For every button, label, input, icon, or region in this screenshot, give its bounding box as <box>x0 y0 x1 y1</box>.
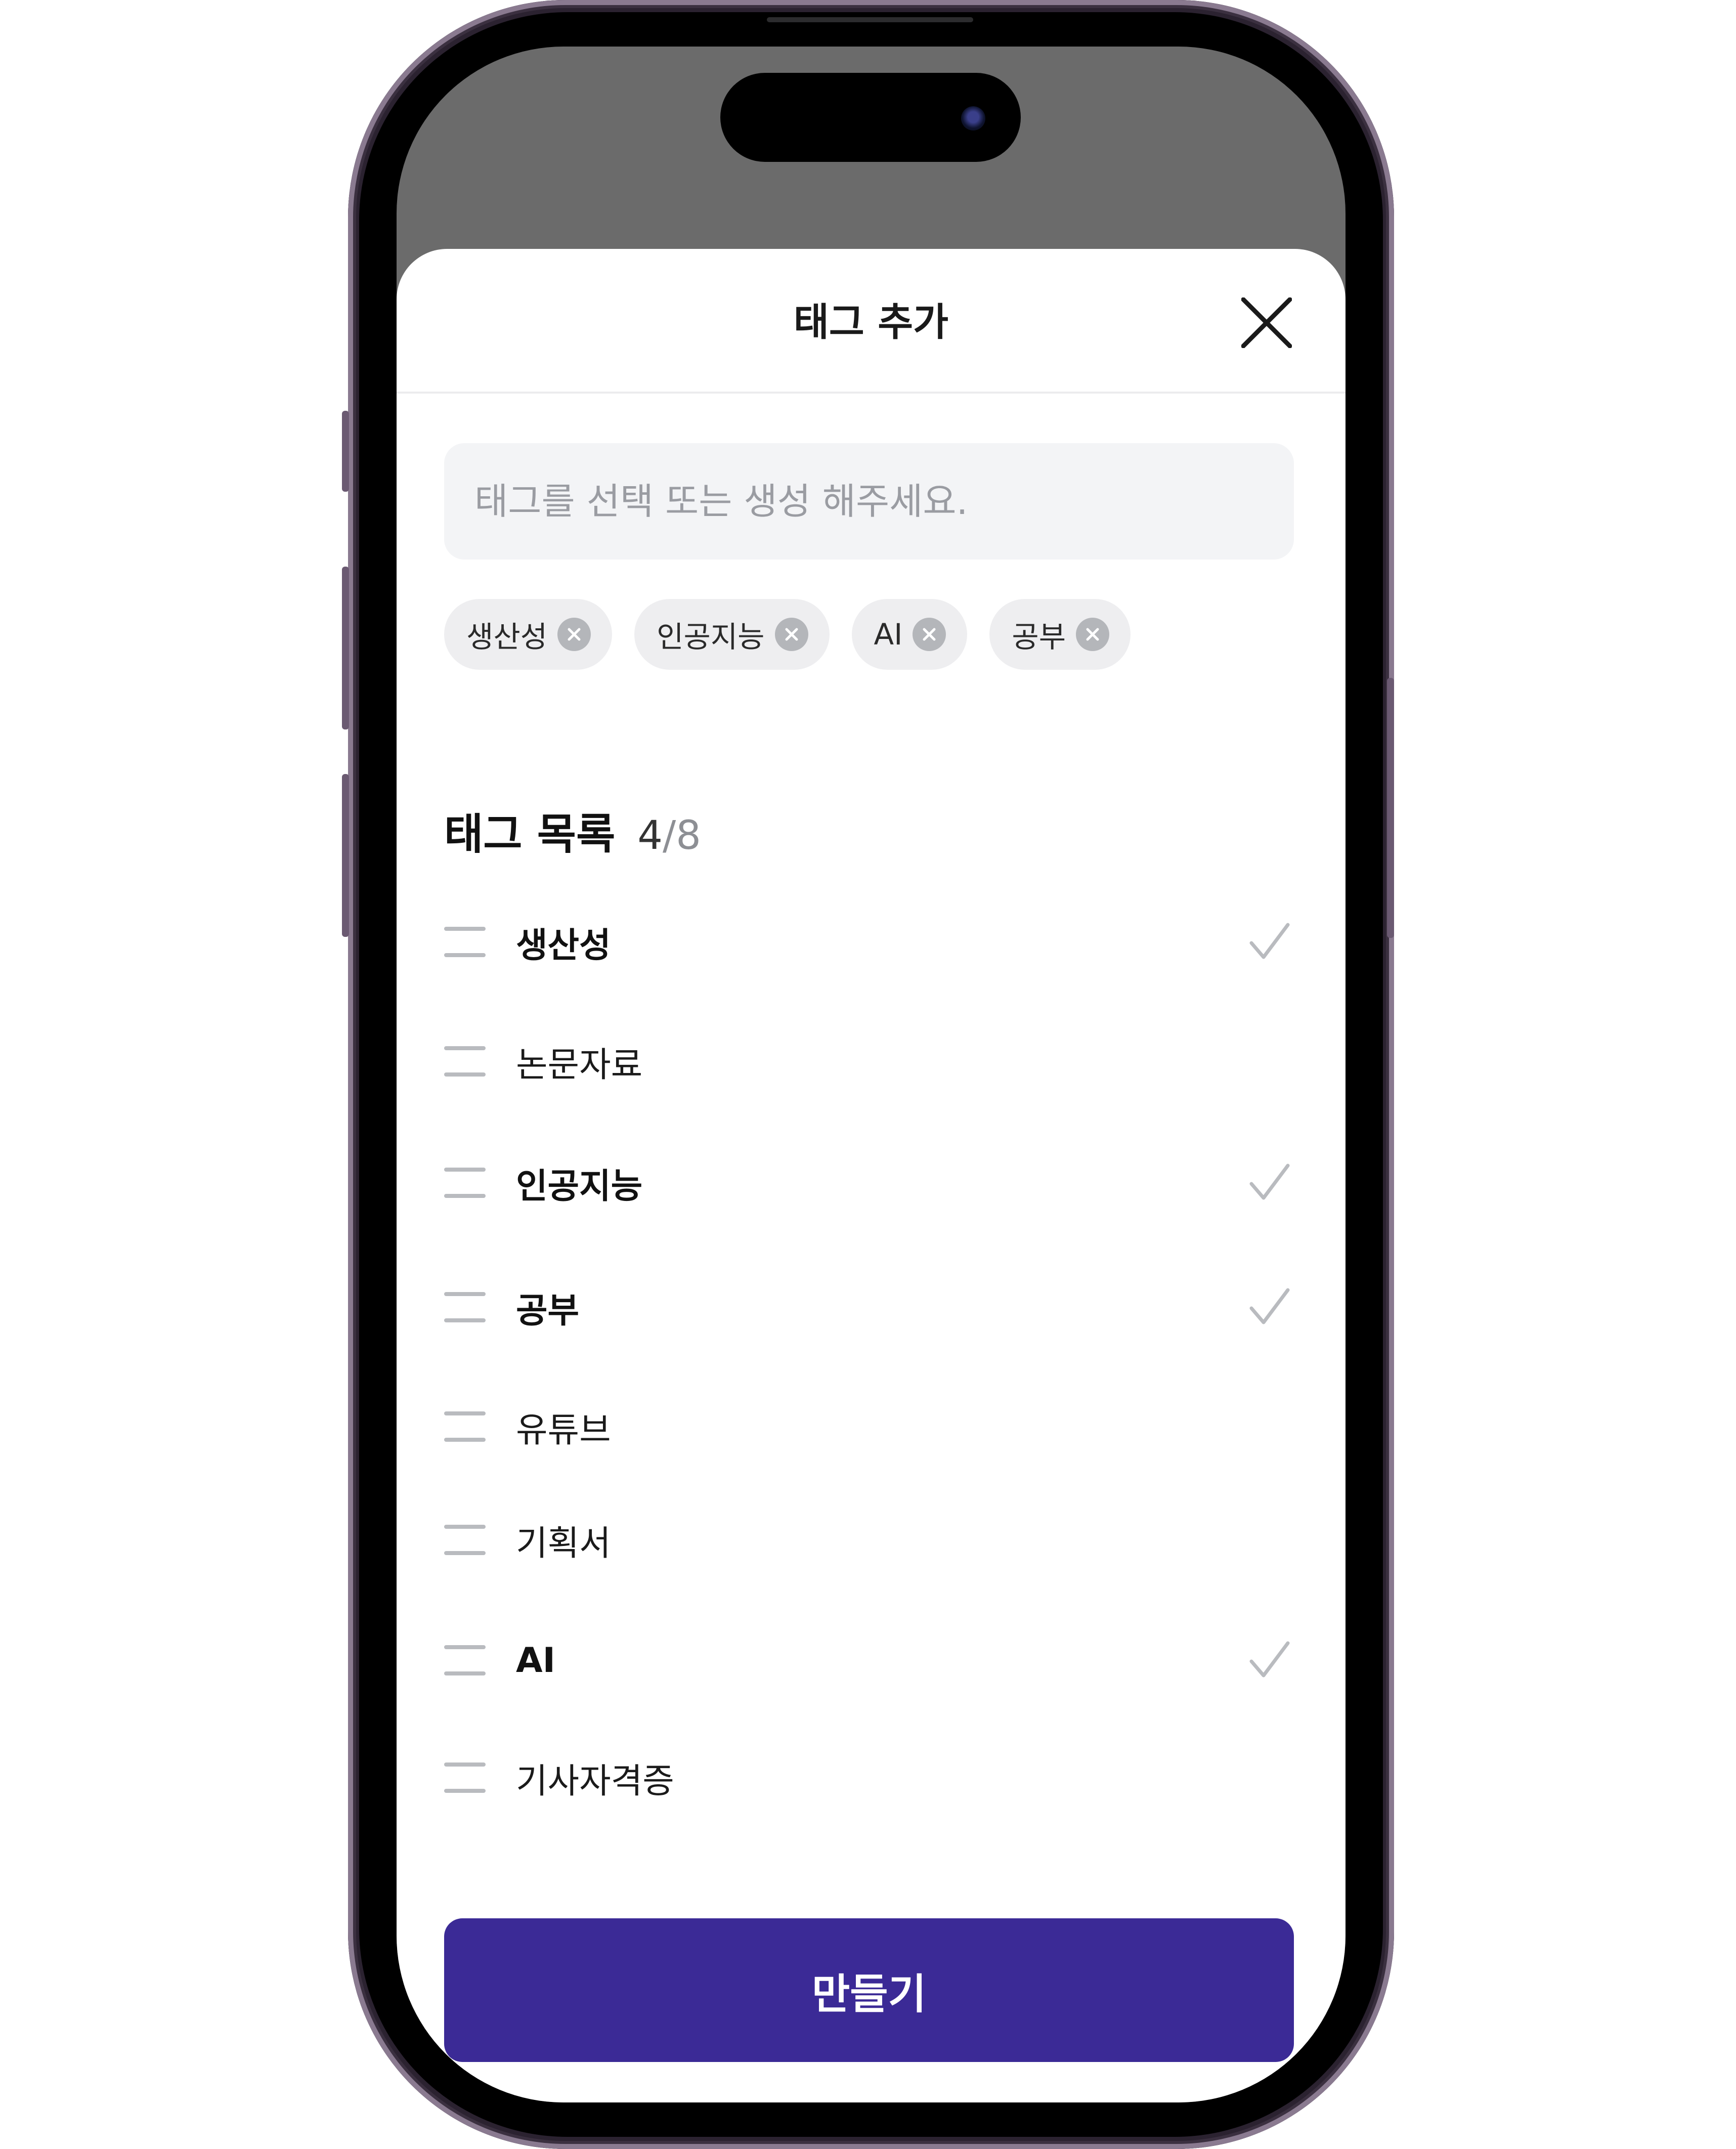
remove-tag-button[interactable] <box>1076 618 1110 651</box>
drag-handle-icon[interactable] <box>444 1046 486 1077</box>
checkmark-icon <box>1249 923 1290 959</box>
tag-chip: 인공지능 <box>634 599 830 670</box>
tag-list-item[interactable]: 인공지능 <box>444 1137 1294 1228</box>
camera-icon <box>961 106 985 131</box>
checkmark-icon <box>1249 1164 1290 1200</box>
remove-tag-button[interactable] <box>557 618 591 651</box>
tag-list-item[interactable]: 기사자격증 <box>444 1732 1294 1823</box>
tag-list-item-label: 논문자료 <box>516 1045 643 1085</box>
tag-search-input[interactable] <box>444 443 1294 560</box>
drag-handle-icon[interactable] <box>444 1168 486 1198</box>
drag-handle-icon[interactable] <box>444 927 486 957</box>
tag-chip-label: 생산성 <box>466 620 548 654</box>
create-button[interactable]: 만들기 <box>444 1918 1294 2062</box>
tag-list-item-label: 기사자격증 <box>516 1761 674 1801</box>
tag-chip-label: 공부 <box>1012 620 1066 654</box>
tag-list-item-label: 공부 <box>516 1291 580 1331</box>
tag-list-item[interactable]: 기획서 <box>444 1494 1294 1585</box>
tag-list-item[interactable]: AI <box>444 1615 1294 1706</box>
remove-tag-icon <box>785 628 798 641</box>
tag-count: 4/8 <box>637 813 701 858</box>
tag-list-item-label: 생산성 <box>516 925 611 966</box>
drag-handle-icon[interactable] <box>444 1292 486 1322</box>
checkmark-icon <box>1249 1288 1290 1324</box>
tag-count-selected: 4 <box>637 813 663 858</box>
checkmark-icon <box>1249 1641 1290 1678</box>
action-button <box>342 411 349 492</box>
remove-tag-icon <box>923 628 936 641</box>
tag-chip-label: AI <box>874 617 903 652</box>
volume-up-button <box>342 567 349 729</box>
drag-handle-icon[interactable] <box>444 1645 486 1675</box>
drag-handle-icon[interactable] <box>444 1525 486 1555</box>
tag-list-item-label: 기획서 <box>516 1523 611 1564</box>
tag-count-separator: / <box>663 813 676 858</box>
tag-list-item[interactable]: 유튜브 <box>444 1381 1294 1472</box>
tag-list-heading: 태그 목록 4/8 <box>444 800 701 862</box>
close-button[interactable] <box>1236 292 1297 353</box>
close-icon <box>1241 297 1292 348</box>
speaker-slot <box>767 17 973 22</box>
remove-tag-button[interactable] <box>774 618 808 651</box>
drag-handle-icon[interactable] <box>444 1411 486 1442</box>
power-button <box>1387 678 1394 938</box>
header-divider <box>397 392 1346 394</box>
remove-tag-button[interactable] <box>913 618 946 651</box>
tag-chip: 공부 <box>989 599 1131 670</box>
remove-tag-icon <box>1086 628 1099 641</box>
remove-tag-icon <box>568 628 581 641</box>
tag-list-item-label: 유튜브 <box>516 1410 611 1450</box>
tag-list-item[interactable]: 생산성 <box>444 896 1294 987</box>
tag-list-item-label: 인공지능 <box>516 1166 643 1207</box>
add-tag-sheet: 태그 추가 생산성 인공지능 AI 공부 <box>397 249 1346 2102</box>
tag-list-item-label: AI <box>516 1640 555 1681</box>
tag-chip: AI <box>851 599 968 670</box>
tag-list-title: 태그 목록 <box>444 809 616 859</box>
volume-down-button <box>342 774 349 937</box>
sheet-title: 태그 추가 <box>793 299 949 345</box>
tag-chip-label: 인공지능 <box>657 620 765 654</box>
tag-chip: 생산성 <box>444 599 613 670</box>
tag-list-item[interactable]: 논문자료 <box>444 1016 1294 1107</box>
selected-tag-chips: 생산성 인공지능 AI 공부 <box>444 599 1131 670</box>
tag-list-item[interactable]: 공부 <box>444 1262 1294 1353</box>
tag-count-total: 8 <box>676 813 701 858</box>
drag-handle-icon[interactable] <box>444 1763 486 1793</box>
